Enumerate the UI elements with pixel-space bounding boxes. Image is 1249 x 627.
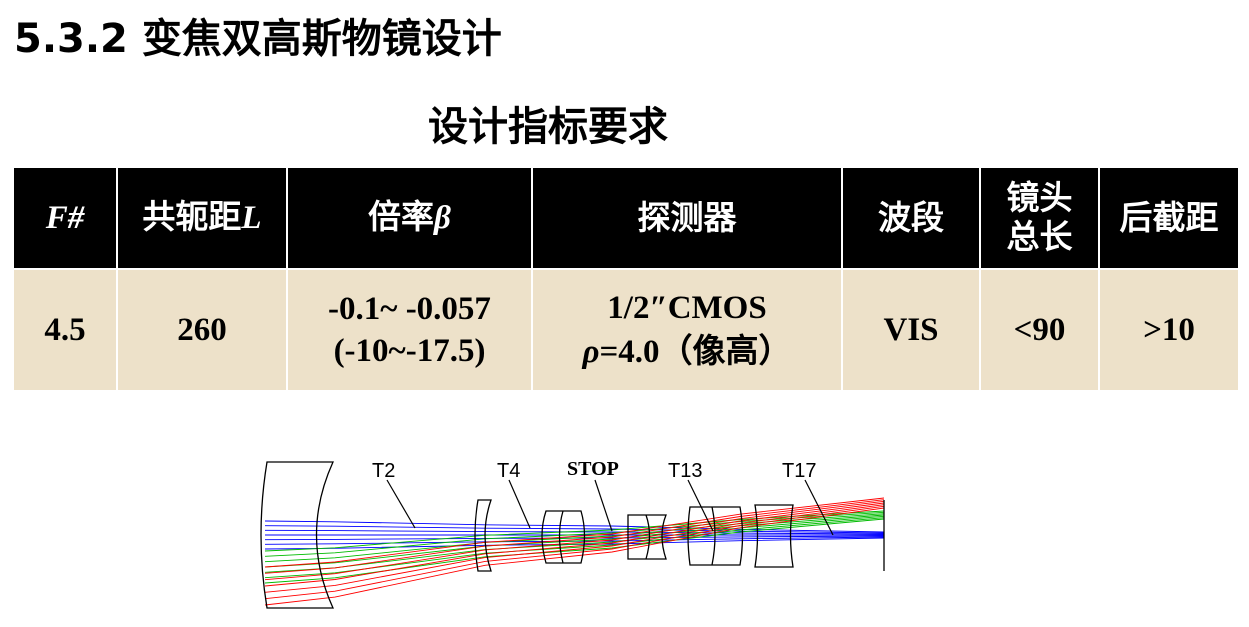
cell-mag-line2: (-10~-17.5): [333, 333, 486, 369]
label-t17: T17: [782, 460, 816, 482]
header-mag-symbol: β: [434, 200, 451, 237]
spec-table: F# 共轭距L 倍率β 探测器 波段 镜头 总长 后截距 4.5 260 -0.1…: [12, 166, 1240, 392]
header-lens-length: 镜头 总长: [979, 166, 1100, 270]
cell-conjugate-distance: 260: [116, 268, 288, 392]
stop-leader: [594, 479, 613, 532]
page-title: 5.3.2 变焦双高斯物镜设计: [14, 16, 502, 62]
table-row: 4.5 260 -0.1~ -0.057 (-10~-17.5) 1/2″CMOS…: [12, 268, 1240, 392]
label-stop: STOP: [567, 458, 619, 480]
header-detector: 探测器: [531, 166, 843, 270]
cell-lens-length: <90: [979, 268, 1100, 392]
cell-detector-note: （像高）: [659, 330, 792, 370]
label-t13: T13: [668, 460, 702, 482]
cell-detector-value: =4.0: [599, 333, 660, 370]
header-conj-label: 共轭距: [142, 197, 242, 237]
cell-band: VIS: [841, 268, 981, 392]
section-subtitle: 设计指标要求: [428, 104, 668, 150]
header-band: 波段: [841, 166, 981, 270]
header-fnum: F#: [12, 166, 118, 270]
header-conjugate-distance: 共轭距L: [116, 166, 288, 270]
t17-leader: [804, 479, 834, 536]
label-t2: T2: [372, 460, 395, 482]
cell-mag-line1: -0.1~ -0.057: [328, 290, 491, 327]
header-back-focal: 后截距: [1098, 166, 1240, 270]
label-leaders: [386, 479, 834, 536]
cell-magnification: -0.1~ -0.057 (-10~-17.5): [286, 268, 533, 392]
label-t4: T4: [497, 460, 520, 482]
cell-back-focal: >10: [1098, 268, 1240, 392]
cell-detector-rho: ρ: [582, 333, 600, 370]
lens-element-t13-seam: [711, 506, 716, 566]
table-header-row: F# 共轭距L 倍率β 探测器 波段 镜头 总长 后截距: [12, 166, 1240, 270]
lens-layout-diagram: T2 T4 STOP T13 T17: [260, 458, 885, 609]
header-magnification: 倍率β: [286, 166, 533, 270]
header-length-line2: 总长: [1006, 217, 1073, 256]
cell-fnum: 4.5: [12, 268, 118, 392]
cell-detector: 1/2″CMOS ρ=4.0（像高）: [531, 268, 843, 392]
t2-leader: [386, 479, 416, 529]
header-length-line1: 镜头: [1006, 178, 1073, 218]
cell-detector-line1: 1/2″CMOS: [607, 290, 767, 327]
header-mag-label: 倍率: [368, 197, 435, 237]
t4-leader: [508, 479, 531, 529]
header-conj-symbol: L: [241, 200, 262, 237]
